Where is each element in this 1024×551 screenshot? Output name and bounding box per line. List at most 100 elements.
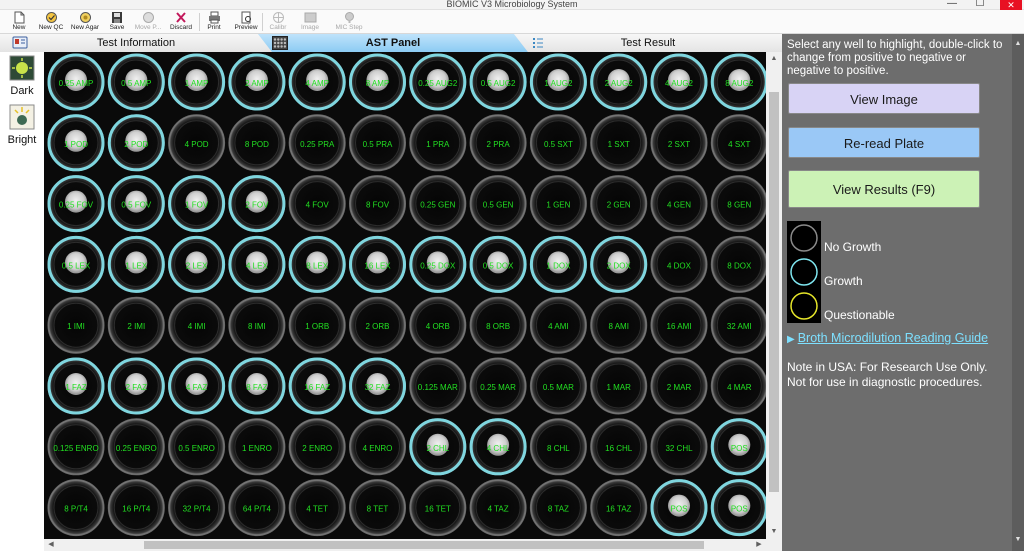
new-button[interactable]: New (8, 11, 30, 33)
plate-well[interactable]: 32 AMI (710, 296, 766, 354)
plate-well[interactable]: 4 FOV (288, 175, 346, 233)
plate-well[interactable]: 8 FOV (349, 175, 406, 233)
plate-well[interactable]: 8 FAZ (228, 357, 286, 415)
plate-well[interactable]: 2 ORB (349, 296, 406, 354)
plate-well[interactable]: 0.5 AMP (107, 53, 165, 111)
plate-well[interactable]: 8 DOX (710, 235, 766, 293)
minimize-button[interactable]: — (944, 0, 960, 10)
plate-well[interactable]: 0.5 GEN (469, 175, 527, 233)
horizontal-scroll-thumb[interactable] (144, 541, 704, 549)
plate-well[interactable]: 1 IMI (47, 296, 105, 354)
plate-well[interactable]: 4 FAZ (168, 357, 226, 415)
plate-well[interactable]: 4 TAZ (469, 479, 527, 537)
plate-well[interactable]: 4 ENRO (349, 418, 406, 476)
plate-well[interactable]: 8 POD (228, 114, 286, 172)
close-button[interactable]: ✕ (1000, 0, 1022, 10)
reread-plate-button[interactable]: Re-read Plate (788, 127, 980, 158)
plate-well[interactable]: 0.125 MAR (409, 357, 467, 415)
plate-well[interactable]: 2 LEX (168, 235, 226, 293)
plate-well[interactable]: 2 FOV (228, 175, 286, 233)
plate-well[interactable]: 8 AUG2 (710, 53, 766, 111)
new-qc-button[interactable]: New QC (36, 11, 66, 33)
plate-well[interactable]: 4 AUG2 (650, 53, 708, 111)
plate-well[interactable]: 1 FAZ (47, 357, 105, 415)
plate-well[interactable]: 4 MAR (710, 357, 766, 415)
plate-well[interactable]: 1 LEX (107, 235, 165, 293)
plate-well[interactable]: 0.5 ENRO (168, 418, 226, 476)
plate-well[interactable]: 16 TAZ (590, 479, 648, 537)
plate-well[interactable]: 2 CHL (409, 418, 467, 476)
plate-well[interactable]: 0.125 ENRO (47, 418, 105, 476)
plate-well[interactable]: 1 POD (47, 114, 105, 172)
image-button[interactable]: Image (296, 11, 324, 33)
tab-ast-panel[interactable]: AST Panel (258, 34, 528, 52)
plate-well[interactable]: 2 PRA (469, 114, 527, 172)
plate-well[interactable]: 2 AUG2 (590, 53, 648, 111)
plate-well[interactable]: 32 CHL (650, 418, 708, 476)
plate-well[interactable]: 0.25 AMP (47, 53, 105, 111)
plate-well[interactable]: 0.25 MAR (469, 357, 527, 415)
scroll-down-arrow-icon[interactable]: ▼ (766, 525, 782, 539)
plate-well[interactable]: 2 POD (107, 114, 165, 172)
plate-well[interactable]: 2 GEN (590, 175, 648, 233)
plate-well[interactable]: 4 LEX (228, 235, 286, 293)
plate-well[interactable]: 0.25 FOV (47, 175, 105, 233)
plate-well[interactable]: 16 CHL (590, 418, 648, 476)
plate-well[interactable]: 4 DOX (650, 235, 708, 293)
plate-well[interactable]: 64 P/T4 (228, 479, 286, 537)
scroll-up-arrow-icon[interactable]: ▲ (766, 52, 782, 66)
reading-guide-link[interactable]: ▶ Broth Microdilution Reading Guide (787, 331, 988, 345)
plate-well[interactable]: 4 SXT (710, 114, 766, 172)
plate-well[interactable]: 32 P/T4 (168, 479, 226, 537)
plate-well[interactable]: 2 AMP (228, 53, 286, 111)
plate-well[interactable]: 8 CHL (529, 418, 587, 476)
plate-well[interactable]: 8 TET (349, 479, 406, 537)
dark-mode-button[interactable]: Dark (3, 55, 41, 97)
plate-well[interactable]: 1 DOX (529, 235, 587, 293)
plate-well[interactable]: 2 MAR (650, 357, 708, 415)
vertical-scrollbar[interactable]: ▲ ▼ (766, 52, 782, 539)
plate-well[interactable]: 2 ENRO (288, 418, 346, 476)
plate-well[interactable]: POS (710, 418, 766, 476)
plate-well[interactable]: 8 GEN (710, 175, 766, 233)
tab-test-result[interactable]: Test Result (514, 34, 782, 52)
plate-well[interactable]: 4 POD (168, 114, 226, 172)
discard-button[interactable]: Discard (167, 11, 195, 33)
print-button[interactable]: Print (203, 11, 225, 33)
plate-well[interactable]: 8 TAZ (529, 479, 587, 537)
scroll-left-arrow-icon[interactable]: ◀ (44, 539, 58, 551)
preview-button[interactable]: Preview (232, 11, 260, 33)
bright-mode-button[interactable]: Bright (3, 104, 41, 146)
panel-scroll-down-icon[interactable]: ▼ (1012, 534, 1024, 546)
plate-well[interactable]: 1 MAR (590, 357, 648, 415)
plate-well[interactable]: 8 IMI (228, 296, 286, 354)
panel-scroll-up-icon[interactable]: ▲ (1012, 38, 1024, 50)
plate-well[interactable]: 0.5 LEX (47, 235, 105, 293)
vertical-scroll-thumb[interactable] (769, 92, 779, 492)
tab-test-information[interactable]: Test Information (0, 34, 272, 52)
plate-well[interactable]: 4 CHL (469, 418, 527, 476)
plate-well[interactable]: 0.5 MAR (529, 357, 587, 415)
plate-well[interactable]: 4 ORB (409, 296, 467, 354)
plate-well[interactable]: 4 TET (288, 479, 346, 537)
plate-well[interactable]: 8 AMI (590, 296, 648, 354)
plate-well[interactable]: 0.25 PRA (288, 114, 346, 172)
plate-well[interactable]: 8 AMP (349, 53, 406, 111)
move-p-button[interactable]: Move P... (132, 11, 164, 33)
plate-well[interactable]: 1 FOV (168, 175, 226, 233)
plate-well[interactable]: 16 P/T4 (107, 479, 165, 537)
scroll-right-arrow-icon[interactable]: ▶ (752, 539, 766, 551)
plate-well[interactable]: 32 FAZ (349, 357, 406, 415)
plate-well[interactable]: 4 IMI (168, 296, 226, 354)
plate-well[interactable]: 8 P/T4 (47, 479, 105, 537)
plate-well[interactable]: 16 LEX (349, 235, 406, 293)
plate-well[interactable]: 1 AMP (168, 53, 226, 111)
plate-well[interactable]: 1 SXT (590, 114, 648, 172)
plate-well[interactable]: 0.25 DOX (409, 235, 467, 293)
plate-well[interactable]: POS (710, 479, 766, 537)
horizontal-scrollbar[interactable]: ◀ ▶ (44, 539, 782, 551)
plate-well[interactable]: 0.25 ENRO (107, 418, 165, 476)
view-image-button[interactable]: View Image (788, 83, 980, 114)
view-results-button[interactable]: View Results (F9) (788, 170, 980, 208)
plate-well[interactable]: 2 IMI (107, 296, 165, 354)
